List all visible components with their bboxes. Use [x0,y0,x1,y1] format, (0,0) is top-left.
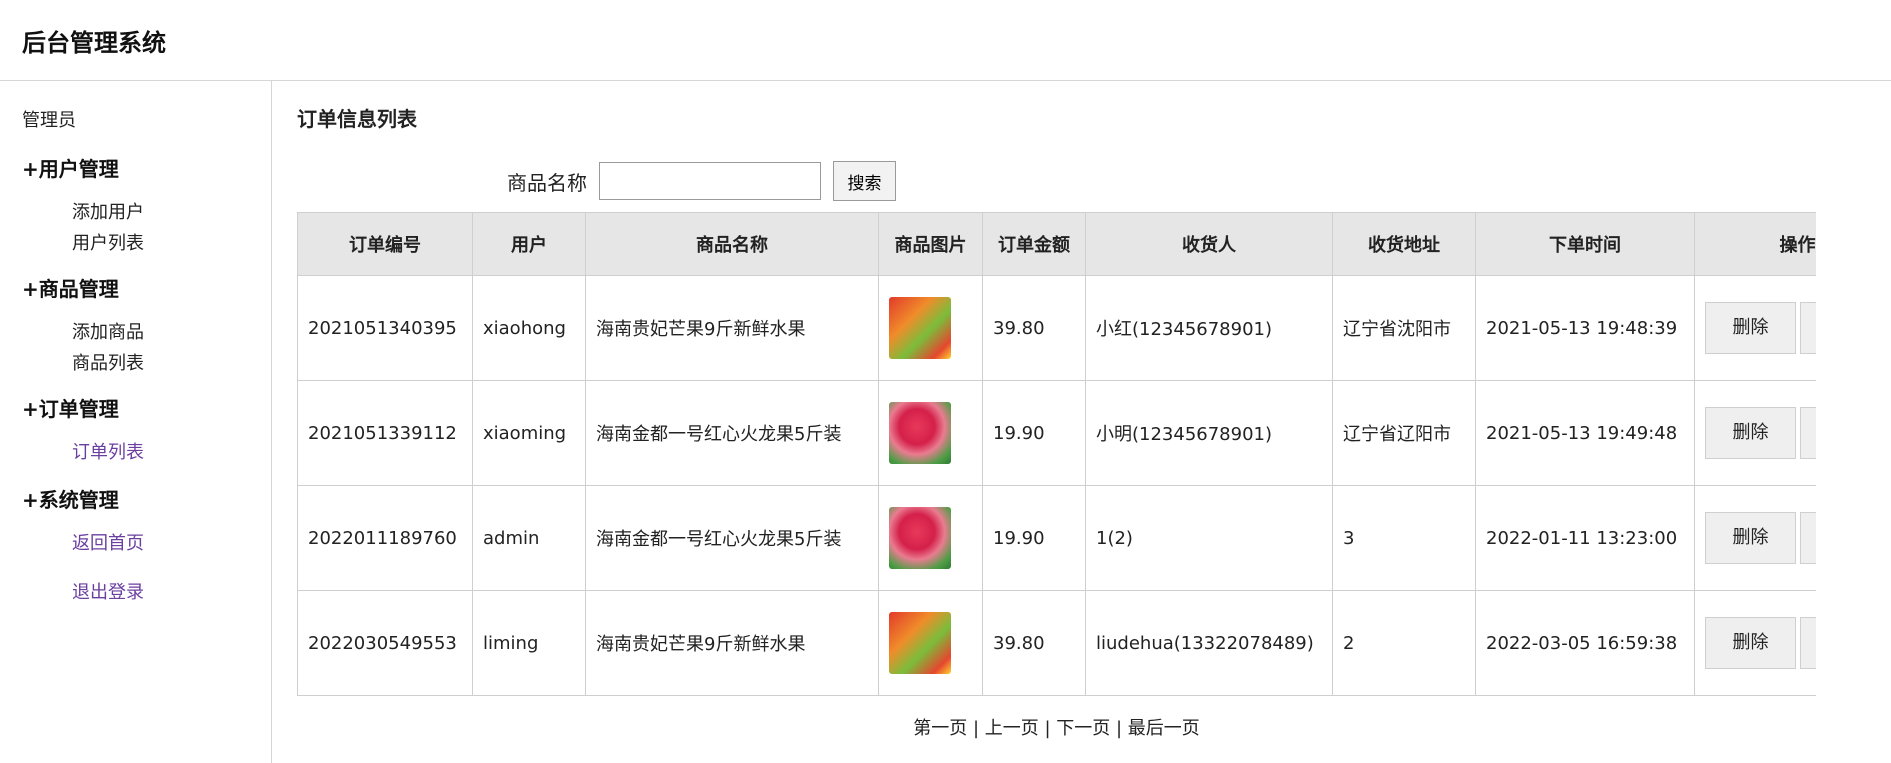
receiver: 小红(12345678901) [1085,275,1333,381]
product-name: 海南金都一号红心火龙果5斤装 [585,485,879,591]
order-time: 2022-01-11 13:23:00 [1475,485,1695,591]
column-header: 商品名称 [585,212,879,276]
search-button[interactable]: 搜索 [833,161,896,201]
delete-button[interactable]: 删除 [1705,407,1796,459]
address: 辽宁省辽阳市 [1332,380,1476,486]
dragonfruit-image [889,402,951,464]
column-header: 收货地址 [1332,212,1476,276]
pager-separator: | [967,718,985,739]
order-amount: 19.90 [982,485,1086,591]
receiver: liudehua(13322078489) [1085,590,1333,696]
delete-button[interactable]: 删除 [1705,617,1796,669]
order-id: 2022030549553 [297,590,473,696]
sidebar-role: 管理员 [22,110,76,131]
secondary-action-button[interactable] [1800,407,1816,459]
app-title: 后台管理系统 [22,28,166,57]
product-name: 海南金都一号红心火龙果5斤装 [585,380,879,486]
order-amount: 39.80 [982,275,1086,381]
delete-button[interactable]: 删除 [1705,302,1796,354]
address: 3 [1332,485,1476,591]
pager-prev[interactable]: 上一页 [985,718,1039,739]
table-header-row: 订单编号 用户 商品名称 商品图片 订单金额 收货人 收货地址 下单时间 操作 [297,212,1816,276]
sidebar-group-user[interactable]: +用户管理 [22,155,271,183]
order-user: xiaohong [472,275,586,381]
sidebar-item-add-user[interactable]: 添加用户 [72,197,271,228]
sidebar-item-home[interactable]: 返回首页 [72,528,271,559]
column-header: 下单时间 [1475,212,1695,276]
mango-image [889,612,951,674]
order-user: xiaoming [472,380,586,486]
order-table-wrapper: 订单编号 用户 商品名称 商品图片 订单金额 收货人 收货地址 下单时间 操作 … [297,212,1816,696]
order-user: liming [472,590,586,696]
receiver: 1(2) [1085,485,1333,591]
search-label: 商品名称 [507,170,587,195]
sidebar-group-system[interactable]: +系统管理 [22,486,271,514]
sidebar-group-product[interactable]: +商品管理 [22,275,271,303]
page-title: 订单信息列表 [297,107,417,131]
column-header: 收货人 [1085,212,1333,276]
pager-separator: | [1110,718,1128,739]
table-row: 2022011189760 admin 海南金都一号红心火龙果5斤装 19.90… [297,485,1816,591]
secondary-action-button[interactable] [1800,512,1816,564]
sidebar-item-user-list[interactable]: 用户列表 [72,228,271,259]
secondary-action-button[interactable] [1800,617,1816,669]
column-header: 用户 [472,212,586,276]
table-row: 2021051339112 xiaoming 海南金都一号红心火龙果5斤装 19… [297,380,1816,486]
address: 2 [1332,590,1476,696]
receiver: 小明(12345678901) [1085,380,1333,486]
secondary-action-button[interactable] [1800,302,1816,354]
order-id: 2021051339112 [297,380,473,486]
pager-first[interactable]: 第一页 [913,718,967,739]
product-name: 海南贵妃芒果9斤新鲜水果 [585,590,879,696]
column-header: 订单编号 [297,212,473,276]
pager-last[interactable]: 最后一页 [1128,718,1200,739]
delete-button[interactable]: 删除 [1705,512,1796,564]
column-header: 操作 [1694,212,1816,276]
sidebar-item-logout[interactable]: 退出登录 [72,577,271,608]
main-content: 订单信息列表 商品名称 搜索 订单编号 用户 商品名称 商品图片 订单金额 收货… [272,81,1891,763]
pager-separator: | [1038,718,1057,739]
address: 辽宁省沈阳市 [1332,275,1476,381]
order-user: admin [472,485,586,591]
order-time: 2021-05-13 19:48:39 [1475,275,1695,381]
column-header: 商品图片 [878,212,983,276]
pagination: 第一页 | 上一页 | 下一页 | 最后一页 [297,714,1816,740]
order-time: 2022-03-05 16:59:38 [1475,590,1695,696]
product-name: 海南贵妃芒果9斤新鲜水果 [585,275,879,381]
sidebar-item-add-product[interactable]: 添加商品 [72,317,271,348]
order-table: 订单编号 用户 商品名称 商品图片 订单金额 收货人 收货地址 下单时间 操作 … [297,212,1816,696]
search-bar: 商品名称 搜索 [507,160,1891,202]
sidebar-item-order-list[interactable]: 订单列表 [72,437,271,468]
header-bar: 后台管理系统 [0,0,1891,81]
mango-image [889,297,951,359]
order-id: 2021051340395 [297,275,473,381]
table-row: 2022030549553 liming 海南贵妃芒果9斤新鲜水果 39.80 … [297,590,1816,696]
pager-next[interactable]: 下一页 [1056,718,1110,739]
order-amount: 39.80 [982,590,1086,696]
sidebar-group-order[interactable]: +订单管理 [22,395,271,423]
sidebar: 管理员 +用户管理 添加用户 用户列表 +商品管理 添加商品 商品列表 +订单管… [0,81,272,763]
table-row: 2021051340395 xiaohong 海南贵妃芒果9斤新鲜水果 39.8… [297,275,1816,381]
sidebar-item-product-list[interactable]: 商品列表 [72,348,271,379]
order-time: 2021-05-13 19:49:48 [1475,380,1695,486]
order-id: 2022011189760 [297,485,473,591]
dragonfruit-image [889,507,951,569]
order-amount: 19.90 [982,380,1086,486]
search-input[interactable] [599,162,821,200]
column-header: 订单金额 [982,212,1086,276]
